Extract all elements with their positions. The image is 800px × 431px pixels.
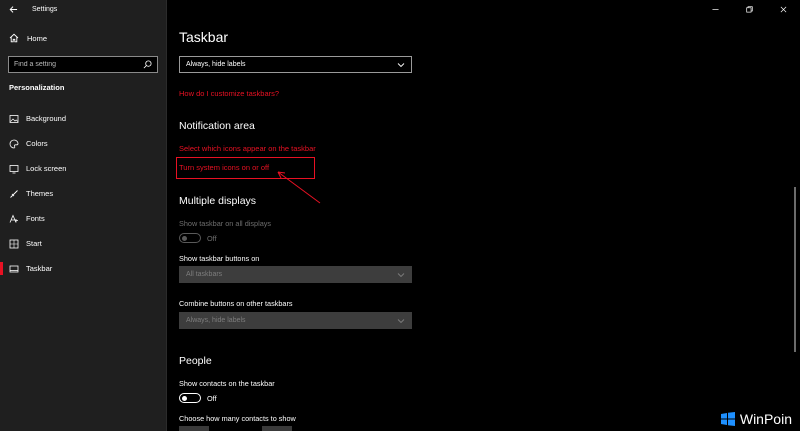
section-title: Personalization bbox=[9, 83, 65, 92]
search-input[interactable] bbox=[14, 61, 134, 68]
taskbar-icon bbox=[9, 264, 19, 274]
search-icon[interactable] bbox=[143, 60, 152, 69]
sidebar-item-label: Fonts bbox=[26, 214, 45, 223]
chevron-down-icon bbox=[397, 62, 405, 67]
toggle-state: Off bbox=[207, 393, 217, 403]
annotation-arrow-icon bbox=[277, 171, 321, 204]
home-label: Home bbox=[27, 33, 48, 43]
sidebar-item-start[interactable]: Start bbox=[0, 231, 166, 256]
watermark-text: WinPoin bbox=[739, 411, 792, 427]
search-box[interactable] bbox=[8, 56, 158, 73]
people-heading: People bbox=[179, 355, 212, 367]
partial-control bbox=[179, 426, 209, 431]
multiple-displays-heading: Multiple displays bbox=[179, 195, 257, 207]
palette-icon bbox=[9, 139, 19, 149]
sidebar: Settings Home Personalization Background… bbox=[0, 0, 167, 431]
sidebar-item-label: Themes bbox=[26, 189, 54, 198]
chevron-down-icon bbox=[397, 318, 405, 323]
back-arrow-icon bbox=[9, 5, 17, 13]
toggle-switch[interactable] bbox=[179, 393, 201, 403]
show-on-all-displays-label: Show taskbar on all displays bbox=[179, 219, 272, 228]
watermark: WinPoin bbox=[720, 411, 792, 427]
sidebar-item-taskbar[interactable]: Taskbar bbox=[0, 256, 166, 281]
show-buttons-on-label: Show taskbar buttons on bbox=[179, 254, 260, 263]
scrollbar[interactable] bbox=[794, 187, 796, 352]
customize-taskbars-link[interactable]: How do I customize taskbars? bbox=[179, 89, 279, 98]
lock-screen-icon bbox=[9, 164, 19, 174]
combine-taskbar-buttons-dropdown[interactable]: Always, hide labels bbox=[179, 56, 412, 73]
main-content: Taskbar Always, hide labels How do I cus… bbox=[179, 0, 779, 431]
sidebar-item-fonts[interactable]: Fonts bbox=[0, 206, 166, 231]
sidebar-item-colors[interactable]: Colors bbox=[0, 131, 166, 156]
sidebar-nav: Background Colors Lock screen Themes Fon… bbox=[0, 106, 166, 281]
picture-icon bbox=[9, 114, 19, 124]
sidebar-item-lock-screen[interactable]: Lock screen bbox=[0, 156, 166, 181]
show-buttons-on-dropdown[interactable]: All taskbars bbox=[179, 266, 412, 283]
sidebar-item-label: Start bbox=[26, 239, 42, 248]
back-button[interactable] bbox=[0, 0, 26, 18]
partial-control bbox=[262, 426, 292, 431]
sidebar-item-themes[interactable]: Themes bbox=[0, 181, 166, 206]
show-on-all-displays-toggle[interactable]: Off bbox=[179, 233, 217, 243]
page-title: Taskbar bbox=[179, 29, 229, 45]
title-bar: Settings bbox=[0, 0, 166, 18]
sidebar-item-background[interactable]: Background bbox=[0, 106, 166, 131]
toggle-state: Off bbox=[207, 233, 217, 243]
chevron-down-icon bbox=[397, 272, 405, 277]
dropdown-value: Always, hide labels bbox=[186, 61, 246, 68]
close-icon bbox=[780, 6, 786, 12]
dropdown-value: All taskbars bbox=[186, 271, 223, 278]
show-contacts-label: Show contacts on the taskbar bbox=[179, 379, 275, 388]
how-many-contacts-label: Choose how many contacts to show bbox=[179, 414, 296, 423]
combine-other-taskbars-dropdown[interactable]: Always, hide labels bbox=[179, 312, 412, 329]
themes-icon bbox=[9, 189, 19, 199]
toggle-switch[interactable] bbox=[179, 233, 201, 243]
windows-logo-icon bbox=[720, 412, 735, 426]
start-icon bbox=[9, 239, 19, 249]
sidebar-item-label: Background bbox=[26, 114, 67, 123]
app-title: Settings bbox=[32, 5, 58, 13]
sidebar-item-label: Lock screen bbox=[26, 164, 67, 173]
sidebar-item-label: Taskbar bbox=[26, 264, 53, 273]
sidebar-home[interactable]: Home bbox=[0, 26, 166, 50]
notification-area-heading: Notification area bbox=[179, 120, 255, 132]
home-icon bbox=[9, 33, 19, 43]
dropdown-value: Always, hide labels bbox=[186, 317, 246, 324]
sidebar-item-label: Colors bbox=[26, 139, 48, 148]
fonts-icon bbox=[9, 213, 19, 224]
combine-other-taskbars-label: Combine buttons on other taskbars bbox=[179, 299, 293, 308]
show-contacts-toggle[interactable]: Off bbox=[179, 393, 217, 403]
select-icons-link[interactable]: Select which icons appear on the taskbar bbox=[179, 144, 316, 153]
